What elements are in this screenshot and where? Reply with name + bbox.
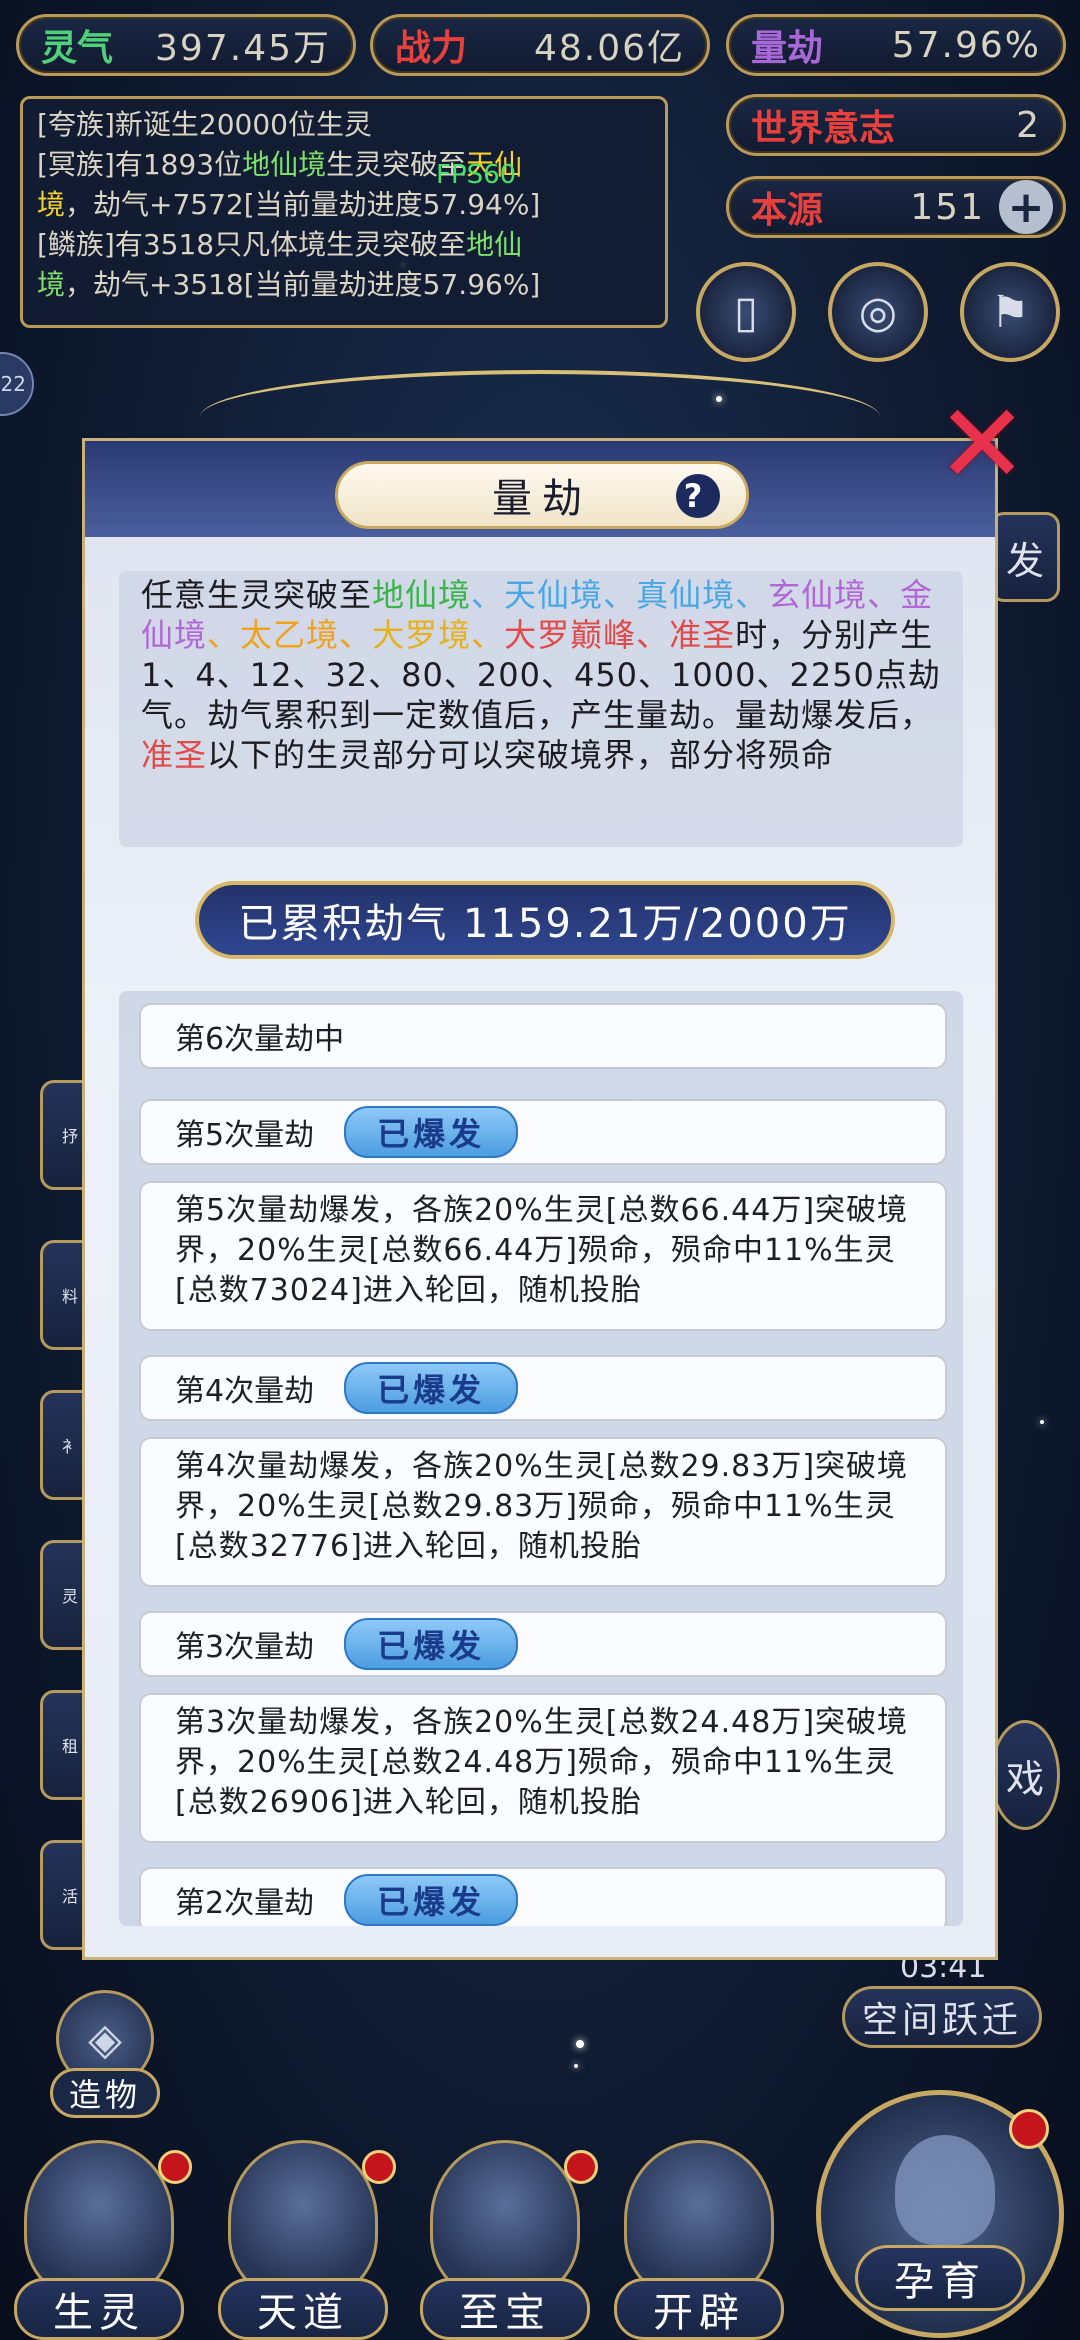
origin: 本源 151 + [726,176,1066,238]
nav-zhibao[interactable]: 至宝 [420,2140,598,2340]
world-will[interactable]: 世界意志 2 [726,94,1066,156]
notification-dot [1009,2109,1049,2149]
world-will-label: 世界意志 [751,108,896,149]
panel-title: 量劫 ? [335,461,749,529]
event-log: [夸族]新诞生20000位生灵 [冥族]有1893位地仙境生灵突破至天仙 境，劫… [20,96,668,328]
log-line: [冥族]有1893位地仙境生灵突破至天仙 [37,148,523,181]
liangjie-panel: 量劫 ? 任意生灵突破至地仙境、天仙境、真仙境、玄仙境、金仙境、太乙境、大罗境、… [82,438,998,1960]
nav-label: 至宝 [420,2278,590,2340]
stat-liangjie[interactable]: 量劫 57.96% [726,14,1066,76]
flag-icon[interactable]: ⚑ [960,262,1060,362]
accumulated-jieqi: 已累积劫气 1159.21万/2000万 [195,881,895,959]
right-side-button-fa[interactable]: 发 [990,512,1060,602]
entry-detail: 第4次量劫爆发，各族20%生灵[总数29.83万]突破境界，20%生灵[总数29… [175,1449,909,1564]
stat-power: 战力 48.06亿 [370,14,710,76]
status-badge: 已爆发 [344,1618,519,1670]
list-item[interactable]: 第5次量劫 已爆发 [139,1099,947,1165]
notification-dot [564,2150,598,2184]
list-item[interactable]: 第4次量劫 已爆发 [139,1355,947,1421]
right-side-button-shi[interactable]: 戏 [990,1720,1060,1830]
liangjie-history-list[interactable]: 第6次量劫中 第5次量劫 已爆发 第5次量劫爆发，各族20%生灵[总数66.44… [119,991,963,1926]
nav-label: 开辟 [614,2278,784,2340]
entry-detail: 第5次量劫爆发，各族20%生灵[总数66.44万]突破境界，20%生灵[总数66… [175,1193,909,1308]
nav-label: 生灵 [14,2278,184,2340]
nav-yunyu[interactable]: 孕育 [816,2090,1064,2338]
log-line: [夸族]新诞生20000位生灵 [37,108,372,141]
entry-title: 第2次量劫 [175,1886,315,1921]
stat-value: 48.06亿 [533,28,685,69]
zhibao-icon [430,2140,580,2300]
log-line: 境，劫气+7572[当前量劫进度57.94%] [37,188,541,221]
stat-label: 灵气 [41,28,114,69]
log-line: 境，劫气+3518[当前量劫进度57.96%] [37,268,541,301]
nav-label: 孕育 [855,2245,1025,2311]
list-item[interactable]: 第2次量劫 已爆发 [139,1867,947,1926]
notification-dot [158,2150,192,2184]
nav-kaipi[interactable]: 开辟 [614,2140,784,2340]
stat-value: 397.45万 [155,28,331,69]
side-badge[interactable]: 22 [0,352,34,416]
zaowu-label: 造物 [50,2068,160,2118]
nav-tiandao[interactable]: 天道 [218,2140,396,2340]
stat-lingqi: 灵气 397.45万 [16,14,356,76]
shengling-icon [24,2140,174,2300]
notification-dot [362,2150,396,2184]
list-item: 第4次量劫爆发，各族20%生灵[总数29.83万]突破境界，20%生灵[总数29… [139,1437,947,1587]
list-item: 第5次量劫爆发，各族20%生灵[总数66.44万]突破境界，20%生灵[总数66… [139,1181,947,1331]
entry-title: 第6次量劫中 [175,1022,345,1057]
space-jump-button[interactable]: 空间跃迁 [842,1986,1042,2048]
status-badge: 已爆发 [344,1874,519,1926]
nav-shengling[interactable]: 生灵 [14,2140,192,2340]
entry-title: 第5次量劫 [175,1118,315,1153]
stat-label: 战力 [395,28,468,69]
log-line: [鳞族]有3518只凡体境生灵突破至地仙 [37,228,523,261]
entry-title: 第4次量劫 [175,1374,315,1409]
origin-value: 151 [910,186,985,228]
entry-detail: 第3次量劫爆发，各族20%生灵[总数24.48万]突破境界，20%生灵[总数24… [175,1705,909,1820]
list-item[interactable]: 第6次量劫中 [139,1003,947,1069]
list-item: 第3次量劫爆发，各族20%生灵[总数24.48万]突破境界，20%生灵[总数24… [139,1693,947,1843]
status-badge: 已爆发 [344,1106,519,1158]
nav-label: 天道 [218,2278,388,2340]
zaowu-button[interactable]: ◈ 造物 [40,1990,170,2120]
panel-description: 任意生灵突破至地仙境、天仙境、真仙境、玄仙境、金仙境、太乙境、大罗境、大罗巅峰、… [119,571,963,847]
card-icon[interactable]: ▯ [696,262,796,362]
yunyu-icon [895,2135,995,2245]
close-icon[interactable]: ✕ [936,389,1028,499]
help-icon[interactable]: ? [676,474,720,518]
fps-counter: FPS60 [436,160,517,190]
list-item[interactable]: 第3次量劫 已爆发 [139,1611,947,1677]
stat-value: 57.96% [891,24,1041,66]
add-origin-button[interactable]: + [999,180,1053,234]
status-badge: 已爆发 [344,1362,519,1414]
tiandao-icon [228,2140,378,2300]
entry-title: 第3次量劫 [175,1630,315,1665]
kaipi-icon [624,2140,774,2300]
stat-label: 量劫 [751,28,824,69]
origin-label: 本源 [751,190,824,231]
world-will-value: 2 [1016,104,1041,146]
portal-icon[interactable]: ◎ [828,262,928,362]
